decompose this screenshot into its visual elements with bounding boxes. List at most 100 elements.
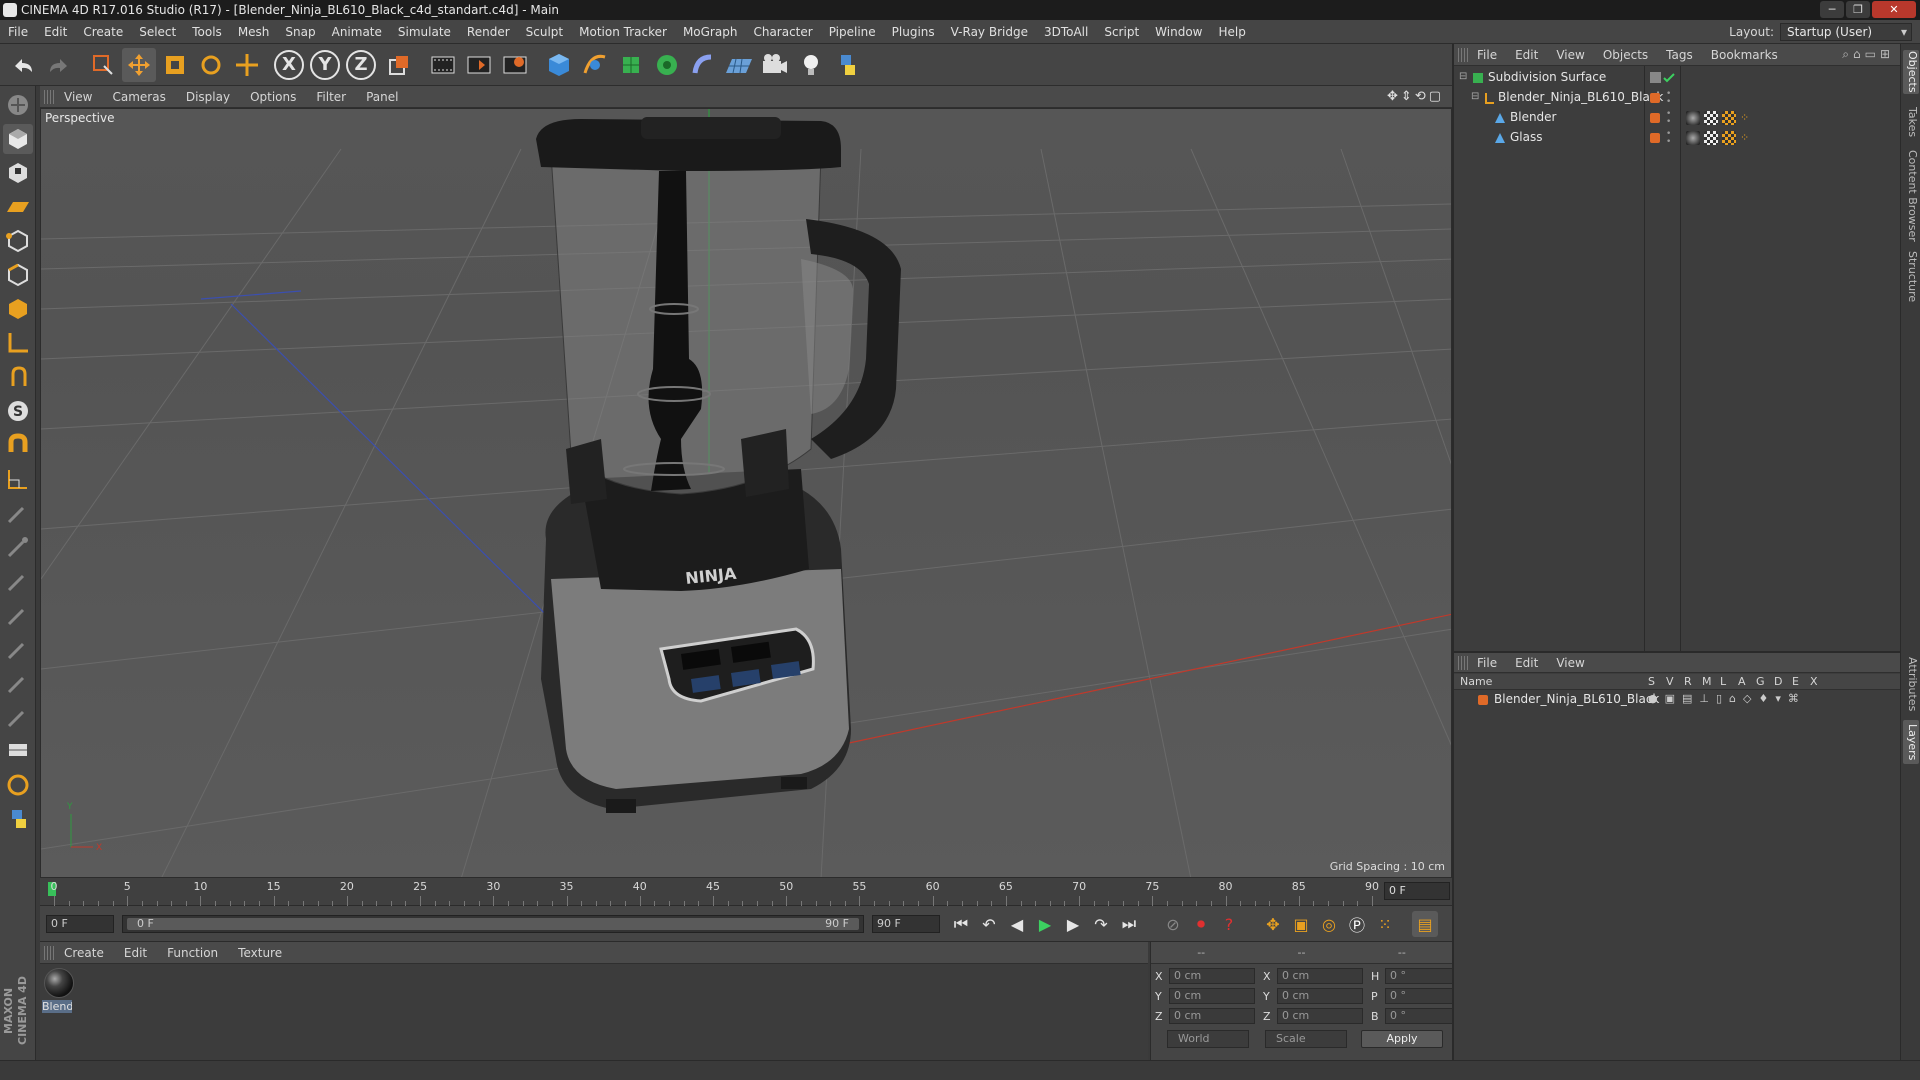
- viewport-menu-options[interactable]: Options: [240, 90, 306, 104]
- layer-menu-file[interactable]: File: [1468, 656, 1506, 670]
- side-tab-attributes[interactable]: Attributes: [1903, 654, 1919, 714]
- layer-col-view[interactable]: V: [1666, 675, 1674, 688]
- object-name[interactable]: Glass: [1510, 130, 1543, 144]
- sculpt-tool-3-icon[interactable]: [3, 566, 33, 596]
- phong-tag-icon[interactable]: ⁘: [1740, 111, 1754, 125]
- editor-render-dots-icon[interactable]: • •: [1666, 130, 1671, 147]
- material-panel-grip-icon[interactable]: [44, 945, 54, 960]
- z-axis-lock-button[interactable]: Z: [346, 49, 376, 80]
- menu-pipeline[interactable]: Pipeline: [821, 25, 884, 39]
- tree-row-glass[interactable]: Glass • • ⁘: [1454, 128, 1900, 148]
- layer-name[interactable]: Blender_Ninja_BL610_Black: [1494, 692, 1659, 706]
- key-rotation-icon[interactable]: ◎: [1316, 911, 1342, 937]
- sculpt-tool-6-icon[interactable]: [3, 668, 33, 698]
- tweak-mode-icon[interactable]: [3, 362, 33, 392]
- object-menu-file[interactable]: File: [1468, 48, 1506, 62]
- layer-toggle-icons[interactable]: ●▣▤⊥▯⌂◇♦▾⌘: [1648, 692, 1806, 705]
- visibility-toggle-icon[interactable]: [1650, 72, 1676, 84]
- layer-col-generators[interactable]: G: [1756, 675, 1765, 688]
- axis-mode-icon[interactable]: [3, 328, 33, 358]
- coordinate-system-icon[interactable]: [382, 48, 416, 82]
- light-icon[interactable]: [794, 48, 828, 82]
- y-axis-lock-button[interactable]: Y: [310, 49, 340, 80]
- autokey-icon[interactable]: ?: [1216, 911, 1242, 937]
- next-frame-icon[interactable]: ▶: [1060, 911, 1086, 937]
- sculpt-tool-4-icon[interactable]: [3, 600, 33, 630]
- key-position-icon[interactable]: ✥: [1260, 911, 1286, 937]
- menu-render[interactable]: Render: [459, 25, 518, 39]
- texture-tag-icon[interactable]: [1722, 131, 1736, 145]
- menu-mograph[interactable]: MoGraph: [675, 25, 746, 39]
- layer-col-xref[interactable]: X: [1810, 675, 1818, 688]
- workplane-mode-icon[interactable]: [3, 192, 33, 222]
- menu-file[interactable]: File: [0, 25, 36, 39]
- record-position-icon[interactable]: ⊘: [1160, 911, 1186, 937]
- viewport-camera-label[interactable]: Perspective: [45, 111, 115, 125]
- texture-tag-icon[interactable]: [1722, 111, 1736, 125]
- material-menu-create[interactable]: Create: [54, 946, 114, 960]
- timeline-layout-icon[interactable]: ▤: [1412, 911, 1438, 937]
- menu-plugins[interactable]: Plugins: [884, 25, 943, 39]
- move-icon[interactable]: [122, 47, 156, 82]
- close-button[interactable]: ✕: [1872, 1, 1916, 18]
- tree-row-blender-ninja[interactable]: ⊟ Blender_Ninja_BL610_Black • •: [1454, 88, 1900, 108]
- floor-icon[interactable]: [722, 48, 756, 82]
- object-panel-grip-icon[interactable]: [1458, 47, 1468, 62]
- render-settings-icon[interactable]: [498, 48, 532, 82]
- position-x-field[interactable]: 0 cm: [1169, 968, 1255, 984]
- layer-row-blender-ninja[interactable]: Blender_Ninja_BL610_Black ●▣▤⊥▯⌂◇♦▾⌘: [1454, 690, 1900, 710]
- model-mode-icon[interactable]: [3, 124, 33, 154]
- coordinate-mode-dropdown[interactable]: World: [1167, 1030, 1249, 1048]
- x-axis-lock-button[interactable]: X: [274, 49, 304, 80]
- collapse-toggle-icon[interactable]: ⊟: [1459, 71, 1467, 82]
- layer-color-swatch[interactable]: [1650, 113, 1660, 123]
- menu-character[interactable]: Character: [745, 25, 820, 39]
- start-frame-field[interactable]: 0 F: [46, 915, 114, 933]
- panel-grip-icon[interactable]: [44, 89, 54, 104]
- layer-col-render[interactable]: R: [1684, 675, 1692, 688]
- edges-mode-icon[interactable]: [3, 260, 33, 290]
- menu-animate[interactable]: Animate: [324, 25, 390, 39]
- undo-icon[interactable]: [6, 48, 40, 82]
- collapse-toggle-icon[interactable]: ⊟: [1471, 91, 1479, 102]
- tree-row-subdivision-surface[interactable]: ⊟ Subdivision Surface: [1454, 68, 1900, 88]
- menu-create[interactable]: Create: [75, 25, 131, 39]
- quantize-icon[interactable]: [3, 464, 33, 494]
- sculpt-tool-2-icon[interactable]: [3, 532, 33, 562]
- menu-3dtoall[interactable]: 3DToAll: [1036, 25, 1096, 39]
- layer-menu-view[interactable]: View: [1547, 656, 1593, 670]
- object-menu-bookmarks[interactable]: Bookmarks: [1702, 48, 1787, 62]
- size-x-field[interactable]: 0 cm: [1277, 968, 1363, 984]
- snapping-icon[interactable]: S: [3, 396, 33, 426]
- subdivision-surface-icon[interactable]: [614, 48, 648, 82]
- editor-render-dots-icon[interactable]: • •: [1666, 110, 1671, 127]
- menu-mesh[interactable]: Mesh: [230, 25, 278, 39]
- python-console-icon[interactable]: [3, 804, 33, 834]
- layer-col-solo[interactable]: S: [1648, 675, 1655, 688]
- menu-vray-bridge[interactable]: V-Ray Bridge: [943, 25, 1036, 39]
- menu-edit[interactable]: Edit: [36, 25, 75, 39]
- menu-script[interactable]: Script: [1096, 25, 1147, 39]
- object-menu-objects[interactable]: Objects: [1594, 48, 1657, 62]
- menu-simulate[interactable]: Simulate: [390, 25, 459, 39]
- position-z-field[interactable]: 0 cm: [1169, 1008, 1255, 1024]
- render-view-icon[interactable]: [426, 48, 460, 82]
- magnet-icon[interactable]: [3, 430, 33, 460]
- viewport-menu-display[interactable]: Display: [176, 90, 240, 104]
- tree-row-blender[interactable]: Blender • • ⁘: [1454, 108, 1900, 128]
- previous-frame-icon[interactable]: ◀: [1004, 911, 1030, 937]
- polygons-mode-icon[interactable]: [3, 294, 33, 324]
- go-to-start-icon[interactable]: ⏮: [948, 911, 974, 937]
- menu-select[interactable]: Select: [131, 25, 184, 39]
- redo-icon[interactable]: [42, 48, 76, 82]
- side-tab-objects[interactable]: Objects: [1903, 50, 1919, 94]
- layer-col-manager[interactable]: M: [1702, 675, 1712, 688]
- size-y-field[interactable]: 0 cm: [1277, 988, 1363, 1004]
- editor-render-dots-icon[interactable]: • •: [1666, 90, 1671, 107]
- viewport-menu-filter[interactable]: Filter: [306, 90, 356, 104]
- material-menu-function[interactable]: Function: [157, 946, 228, 960]
- viewport-menu-cameras[interactable]: Cameras: [102, 90, 175, 104]
- pen-spline-icon[interactable]: [578, 48, 612, 82]
- viewport-menu-panel[interactable]: Panel: [356, 90, 408, 104]
- previous-key-icon[interactable]: ↶: [976, 911, 1002, 937]
